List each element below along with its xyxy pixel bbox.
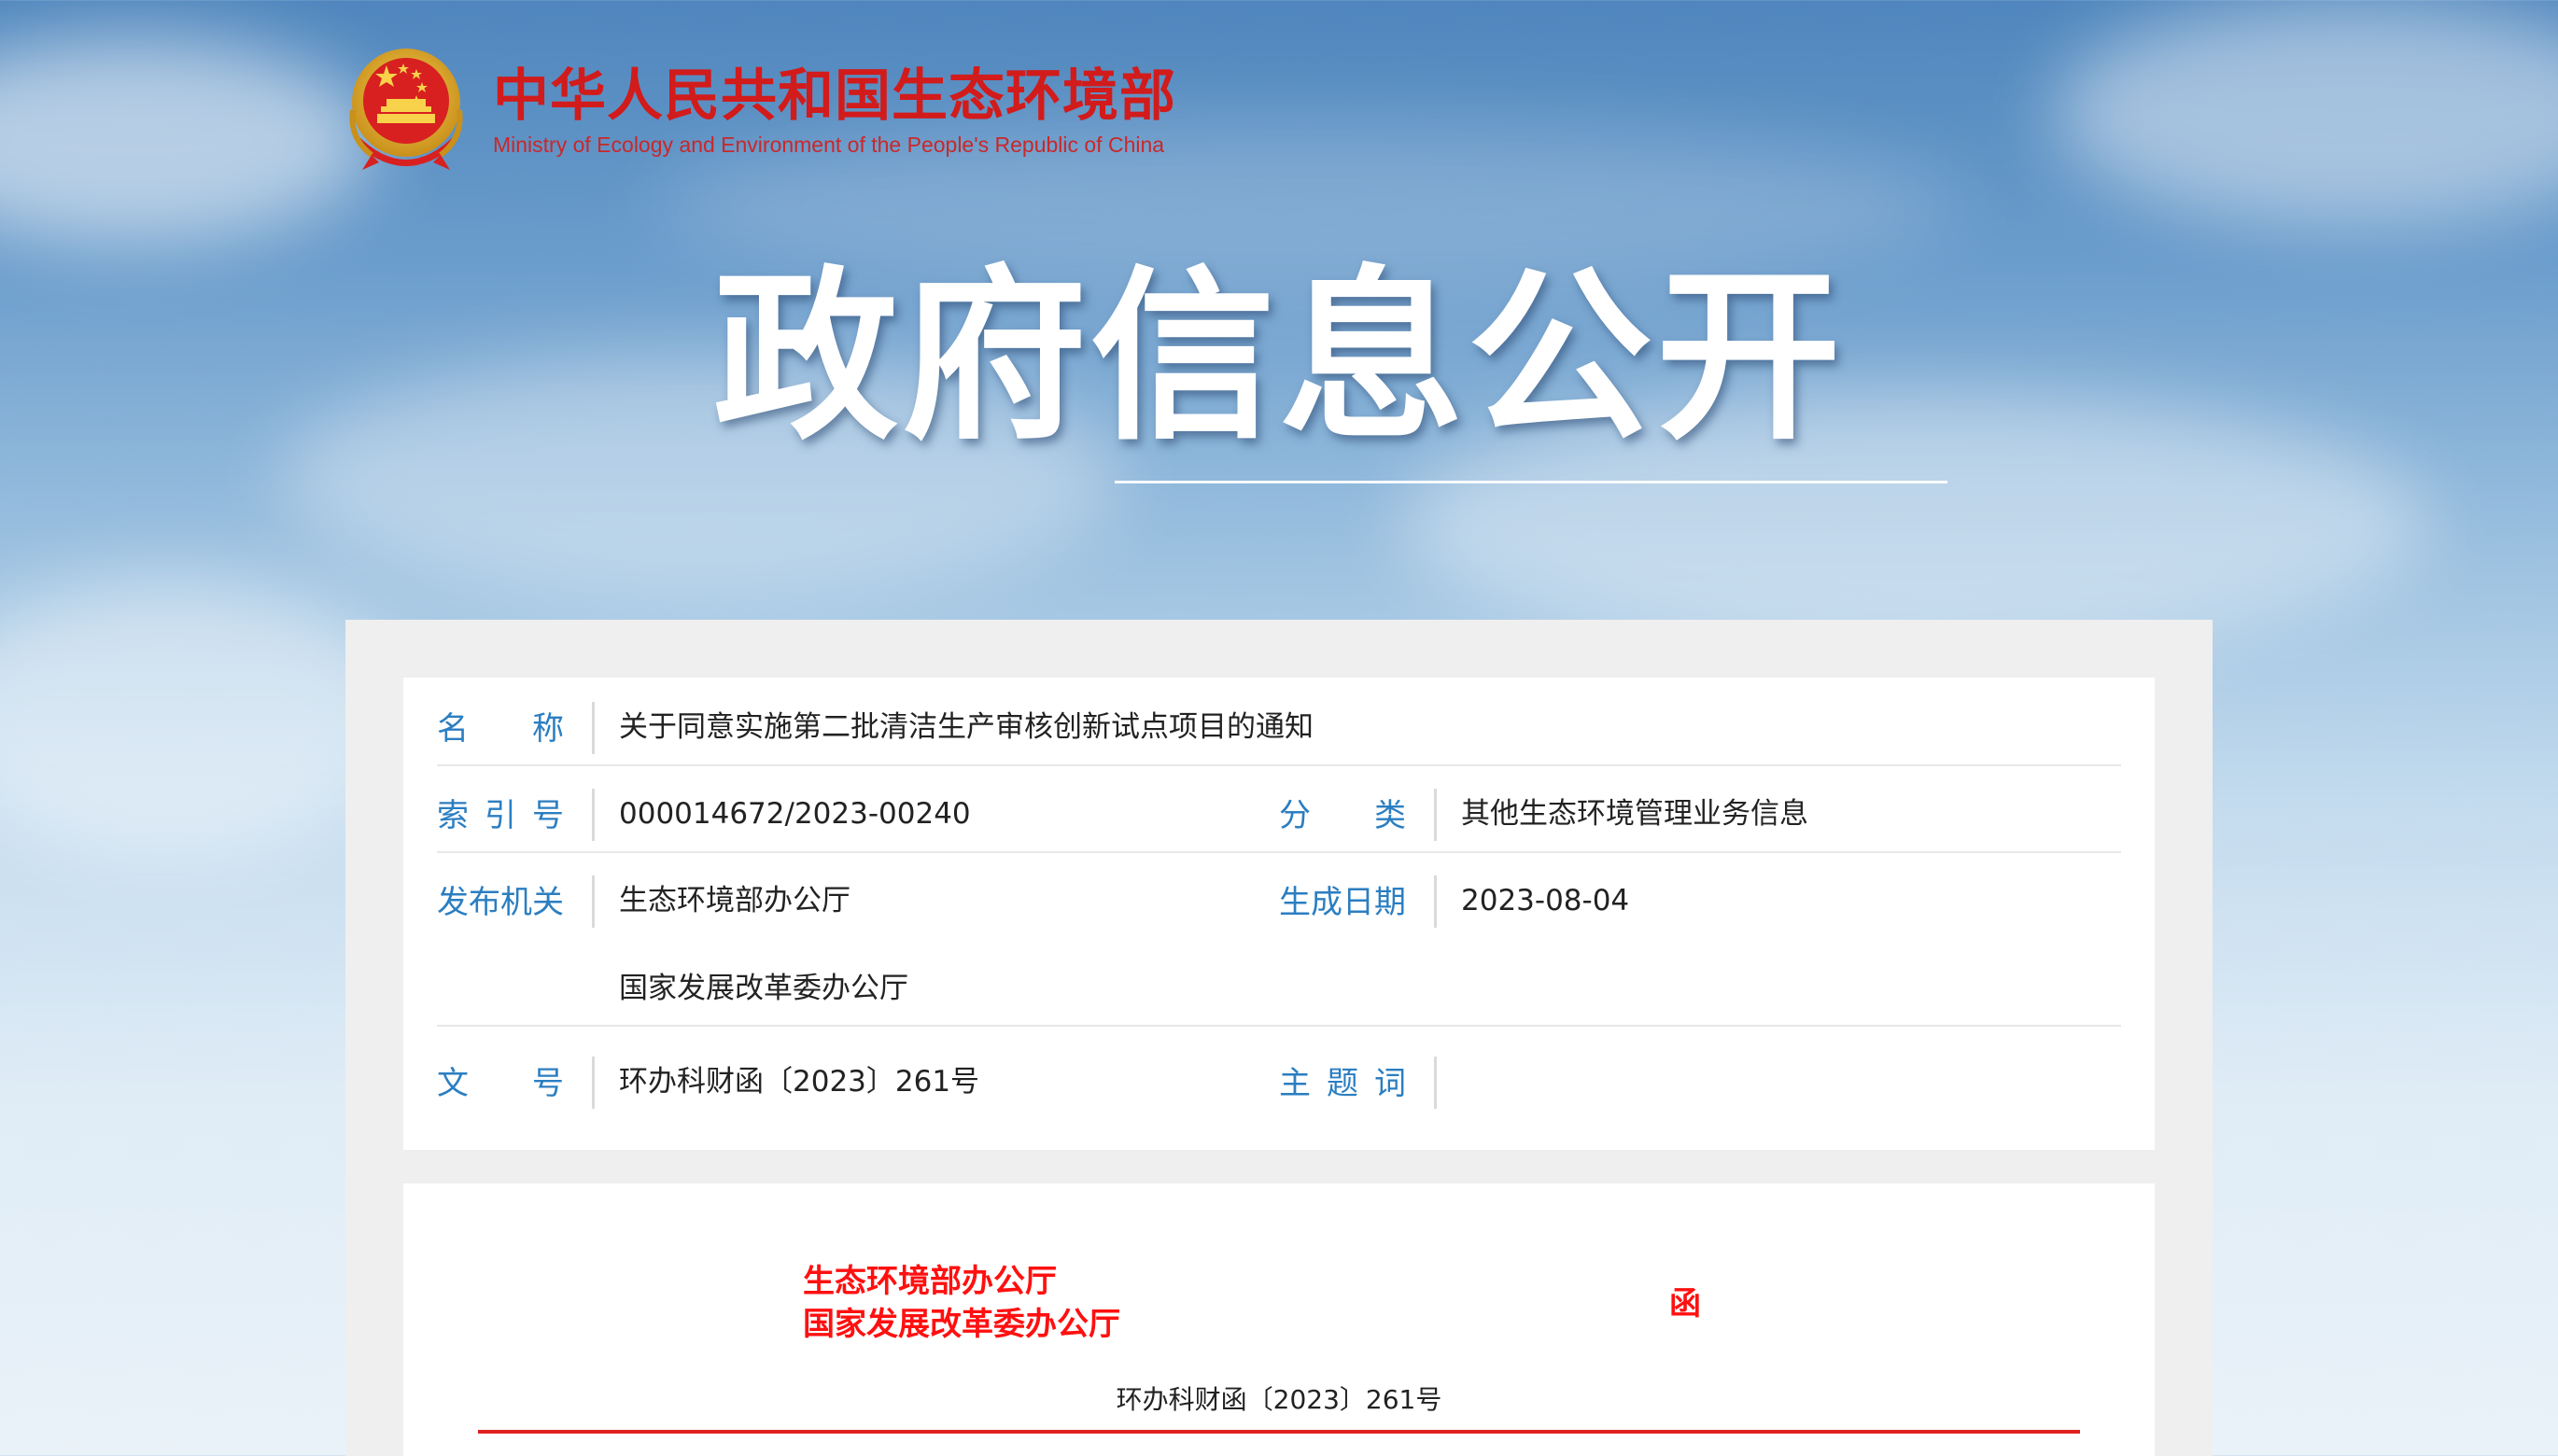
field-category: 分 类 其他生态环境管理业务信息 <box>1279 789 1808 841</box>
national-emblem-icon <box>344 45 469 175</box>
field-docno: 文 号 环办科财函〔2023〕261号 <box>437 1057 980 1109</box>
date-label: 生成日期 <box>1279 884 1406 921</box>
field-index: 索引号 000014672/2023-00240 <box>437 789 971 841</box>
info-row-issuer: 发布机关 生态环境部办公厅 国家发展改革委办公厅 生成日期 2023-08-04 <box>437 853 2121 1027</box>
field-divider <box>592 1057 595 1109</box>
info-row-name: 名 称 关于同意实施第二批清洁生产审核创新试点项目的通知 <box>437 678 2121 766</box>
docno-value: 环办科财函〔2023〕261号 <box>619 1065 980 1099</box>
info-card: 名 称 关于同意实施第二批清洁生产审核创新试点项目的通知 索引号 0000146… <box>403 678 2155 1150</box>
cloud-decoration <box>0 37 373 243</box>
site-brand: 中华人民共和国生态环境部 Ministry of Ecology and Env… <box>493 62 1176 159</box>
document-issuers: 生态环境部办公厅 国家发展改革委办公厅 <box>803 1260 1120 1346</box>
keywords-label: 主题词 <box>1279 1065 1406 1102</box>
info-row-index: 索引号 000014672/2023-00240 分 类 其他生态环境管理业务信… <box>437 766 2121 853</box>
hero-underline <box>1115 481 1947 483</box>
index-value: 000014672/2023-00240 <box>619 797 971 831</box>
date-value: 2023-08-04 <box>1461 884 1630 917</box>
docno-label: 文 号 <box>437 1065 564 1102</box>
field-divider <box>592 875 595 928</box>
category-label: 分 类 <box>1279 797 1406 834</box>
field-keywords: 主题词 <box>1279 1057 1461 1109</box>
document-type-mark: 函 <box>1669 1285 1701 1323</box>
document-card: 生态环境部办公厅 国家发展改革委办公厅 函 环办科财函〔2023〕261号 <box>403 1183 2155 1456</box>
index-label: 索引号 <box>437 797 564 834</box>
category-value: 其他生态环境管理业务信息 <box>1461 797 1808 831</box>
name-value: 关于同意实施第二批清洁生产审核创新试点项目的通知 <box>619 710 1314 744</box>
issuer-value-2: 国家发展改革委办公厅 <box>619 972 908 1005</box>
issuer-value-1: 生态环境部办公厅 <box>619 884 850 917</box>
site-header[interactable]: 中华人民共和国生态环境部 Ministry of Ecology and Env… <box>344 45 1176 175</box>
content-panel: 名 称 关于同意实施第二批清洁生产审核创新试点项目的通知 索引号 0000146… <box>345 620 2213 1456</box>
hero-title: 政府信息公开 <box>713 249 1845 465</box>
field-issuer: 发布机关 生态环境部办公厅 国家发展改革委办公厅 <box>437 875 908 1008</box>
document-issuer-2: 国家发展改革委办公厅 <box>803 1306 1120 1343</box>
field-divider <box>1434 789 1437 841</box>
info-row-docno: 文 号 环办科财函〔2023〕261号 主题词 <box>437 1027 2121 1129</box>
document-issuer-1: 生态环境部办公厅 <box>803 1263 1057 1300</box>
issuer-values: 生态环境部办公厅 国家发展改革委办公厅 <box>619 881 908 1008</box>
field-divider <box>592 702 595 754</box>
document-number: 环办科财函〔2023〕261号 <box>1116 1384 1442 1415</box>
document-red-rule <box>478 1430 2080 1434</box>
field-name: 名 称 关于同意实施第二批清洁生产审核创新试点项目的通知 <box>437 702 1314 754</box>
site-title-cn: 中华人民共和国生态环境部 <box>493 63 1176 129</box>
name-label: 名 称 <box>437 710 564 748</box>
field-divider <box>592 789 595 841</box>
field-divider <box>1434 1057 1437 1109</box>
issuer-label: 发布机关 <box>437 884 564 921</box>
field-divider <box>1434 875 1437 928</box>
site-title-en: Ministry of Ecology and Environment of t… <box>493 133 1165 157</box>
field-date: 生成日期 2023-08-04 <box>1279 875 1630 928</box>
cloud-decoration <box>2054 0 2558 224</box>
